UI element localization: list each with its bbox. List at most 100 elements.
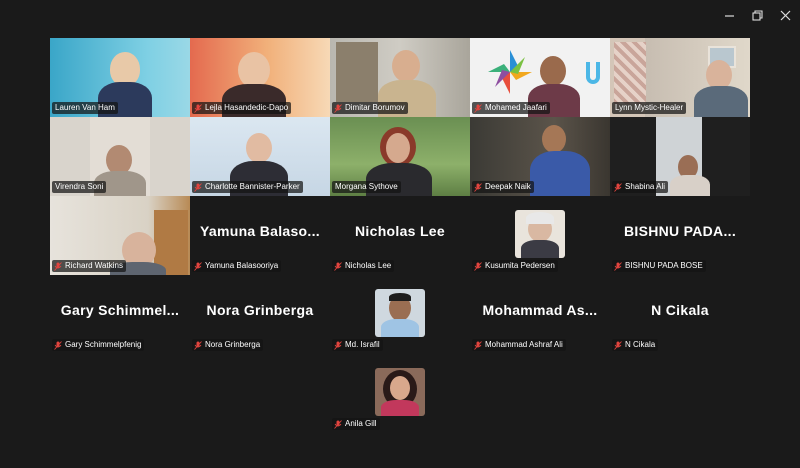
muted-mic-icon: [194, 103, 202, 113]
participant-nameplate: N Cikala: [612, 339, 659, 351]
muted-mic-icon: [614, 340, 622, 350]
participant-name: Shabina Ali: [625, 182, 666, 191]
muted-mic-icon: [474, 261, 482, 271]
restore-icon: [751, 9, 763, 21]
bookshelf: [336, 42, 378, 102]
participant-name: Dimitar Borumov: [345, 103, 405, 112]
participant-name: Mohammad Ashraf Ali: [485, 340, 563, 349]
participant-name: Richard Watkins: [65, 261, 123, 270]
participant-name: Gary Schimmelpfenig: [65, 340, 142, 349]
gallery-view: Lauren Van Ham Lejla Hasandedic-Dapo Dim…: [50, 38, 750, 433]
logo-letter: [586, 62, 600, 84]
participant-face: [542, 125, 566, 153]
participant-nameplate: Dimitar Borumov: [332, 102, 408, 114]
participant-tile[interactable]: Anila Gill: [330, 354, 470, 433]
participant-name: Mohamed Jaafari: [485, 103, 547, 112]
participant-name: Lauren Van Ham: [55, 103, 115, 112]
participant-face: [392, 50, 420, 82]
participant-nameplate: Charlotte Bannister-Parker: [192, 181, 303, 193]
participant-tile[interactable]: Richard Watkins: [50, 196, 190, 275]
participant-tile[interactable]: Virendra Soni: [50, 117, 190, 196]
participant-name: Anila Gill: [345, 419, 377, 428]
participant-display-name: N Cikala: [651, 302, 709, 318]
participant-nameplate: Mohammad Ashraf Ali: [472, 339, 566, 351]
participant-tile[interactable]: Kusumita Pedersen: [470, 196, 610, 275]
participant-name: Nora Grinberga: [205, 340, 261, 349]
participant-name: Lynn Mystic-Healer: [615, 103, 684, 112]
participant-nameplate: Anila Gill: [332, 418, 380, 430]
participant-nameplate: Mohamed Jaafari: [472, 102, 550, 114]
minimize-icon: [724, 14, 734, 17]
participant-tile[interactable]: Nora Grinberga Nora Grinberga: [190, 275, 330, 354]
muted-mic-icon: [474, 103, 482, 113]
participant-face: [246, 133, 272, 163]
participant-tile[interactable]: Nicholas Lee Nicholas Lee: [330, 196, 470, 275]
muted-mic-icon: [334, 419, 342, 429]
profile-picture: [375, 368, 425, 416]
muted-mic-icon: [474, 182, 482, 192]
participant-tile[interactable]: Yamuna Balaso... Yamuna Balasooriya: [190, 196, 330, 275]
muted-mic-icon: [474, 340, 482, 350]
participant-body: [670, 175, 710, 196]
participant-tile[interactable]: Deepak Naik: [470, 117, 610, 196]
muted-mic-icon: [334, 261, 342, 271]
participant-name: Charlotte Bannister-Parker: [205, 182, 300, 191]
participant-face: [540, 56, 566, 86]
participant-tile[interactable]: Mohammad As... Mohammad Ashraf Ali: [470, 275, 610, 354]
minimize-button[interactable]: [721, 8, 737, 22]
participant-tile-active-speaker[interactable]: Lynn Mystic-Healer: [610, 38, 750, 117]
participant-tile[interactable]: Gary Schimmel... Gary Schimmelpfenig: [50, 275, 190, 354]
participant-body: [694, 86, 748, 117]
participant-nameplate: Morgana Sythove: [332, 181, 401, 193]
muted-mic-icon: [334, 103, 342, 113]
muted-mic-icon: [614, 261, 622, 271]
muted-mic-icon: [54, 261, 62, 271]
close-button[interactable]: [777, 8, 793, 22]
participant-tile[interactable]: N Cikala N Cikala: [610, 275, 750, 354]
participant-display-name: Nicholas Lee: [355, 223, 445, 239]
participant-tile[interactable]: Dimitar Borumov: [330, 38, 470, 117]
participant-nameplate: Lynn Mystic-Healer: [612, 102, 687, 114]
organization-logo: [488, 50, 532, 94]
profile-picture: [375, 289, 425, 337]
participant-name: N Cikala: [625, 340, 656, 349]
participant-name: Deepak Naik: [485, 182, 531, 191]
participant-tile[interactable]: Lejla Hasandedic-Dapo: [190, 38, 330, 117]
participant-tile[interactable]: Lauren Van Ham: [50, 38, 190, 117]
participant-display-name: BISHNU PADA...: [623, 223, 737, 239]
participant-tile[interactable]: Mohamed Jaafari: [470, 38, 610, 117]
participant-face: [238, 52, 270, 88]
participant-tile[interactable]: Shabina Ali: [610, 117, 750, 196]
close-icon: [780, 10, 790, 20]
participant-name: Virendra Soni: [55, 182, 104, 191]
participant-display-name: Gary Schimmel...: [60, 302, 180, 318]
participant-name: Yamuna Balasooriya: [205, 261, 279, 270]
participant-nameplate: Lauren Van Ham: [52, 102, 118, 114]
participant-tile[interactable]: Md. Israfil: [330, 275, 470, 354]
participant-nameplate: Yamuna Balasooriya: [192, 260, 282, 272]
participant-name: Md. Israfil: [345, 340, 380, 349]
participant-body: [530, 151, 590, 196]
participant-display-name: Nora Grinberga: [206, 302, 314, 318]
participant-nameplate: Gary Schimmelpfenig: [52, 339, 145, 351]
participant-tile[interactable]: Morgana Sythove: [330, 117, 470, 196]
participant-tile[interactable]: Charlotte Bannister-Parker: [190, 117, 330, 196]
participant-nameplate: Nicholas Lee: [332, 260, 395, 272]
participant-nameplate: Virendra Soni: [52, 181, 107, 193]
muted-mic-icon: [614, 182, 622, 192]
participant-nameplate: Shabina Ali: [612, 181, 669, 193]
muted-mic-icon: [334, 340, 342, 350]
muted-mic-icon: [194, 182, 202, 192]
participant-nameplate: Md. Israfil: [332, 339, 383, 351]
participant-nameplate: Nora Grinberga: [192, 339, 264, 351]
participant-tile[interactable]: BISHNU PADA... BISHNU PADA BOSE: [610, 196, 750, 275]
restore-button[interactable]: [749, 8, 765, 22]
participant-name: Morgana Sythove: [335, 182, 398, 191]
participant-face: [110, 52, 140, 86]
participant-display-name: Yamuna Balaso...: [200, 223, 320, 239]
participant-name: Kusumita Pedersen: [485, 261, 555, 270]
participant-nameplate: Lejla Hasandedic-Dapo: [192, 102, 292, 114]
participant-nameplate: Kusumita Pedersen: [472, 260, 558, 272]
participant-face: [386, 133, 410, 163]
participant-name: Nicholas Lee: [345, 261, 392, 270]
